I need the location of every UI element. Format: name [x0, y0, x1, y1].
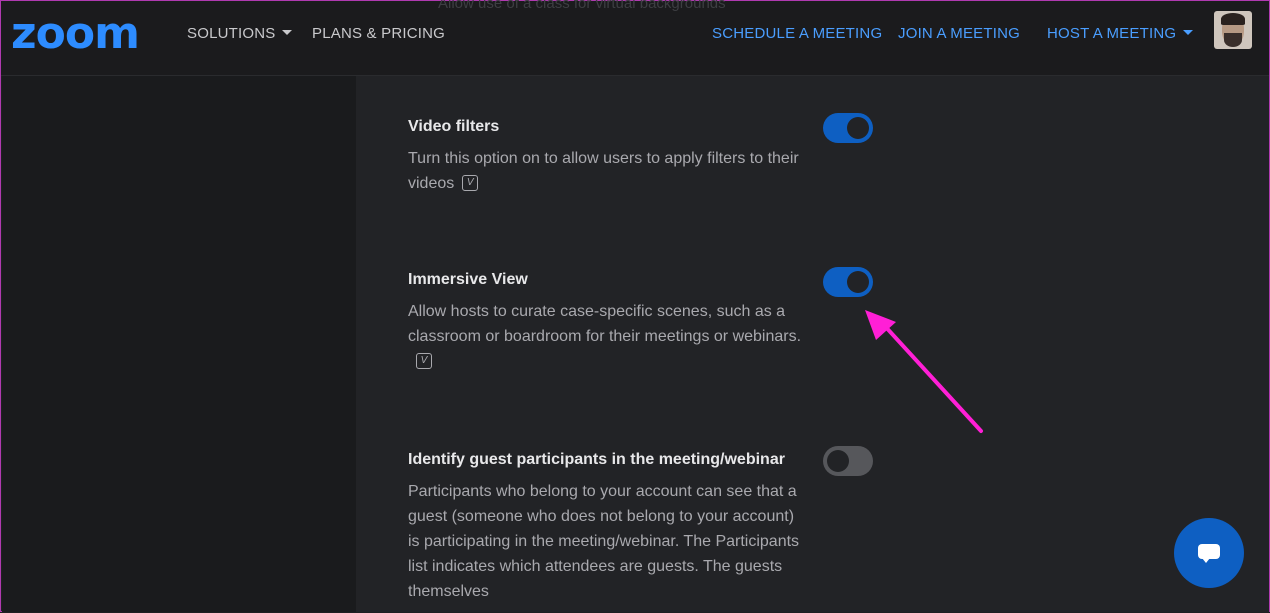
chat-icon [1198, 544, 1220, 559]
chat-button[interactable] [1174, 518, 1244, 588]
annotation-arrow-icon [865, 310, 983, 433]
chat-icon-tail [1202, 558, 1210, 563]
arrow-shaft [881, 322, 983, 433]
